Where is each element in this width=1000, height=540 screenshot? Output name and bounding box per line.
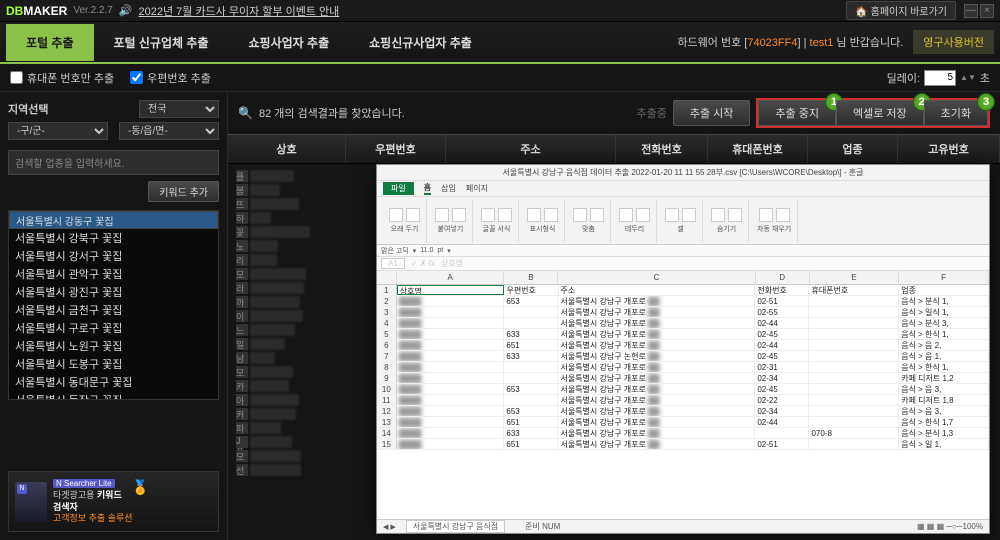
titlebar: DBMAKER Ver.2.2.7 🔊 2022년 7월 카드사 무이자 할부 … (0, 0, 1000, 22)
reset-button[interactable]: 초기화3 (924, 100, 988, 126)
col-category: 업종 (808, 135, 898, 163)
list-item[interactable]: 서울특별시 구로구 꽃집 (9, 319, 218, 337)
sidebar: 지역선택 전국 -구/군- -동/읍/면- 검색할 업종을 입력하세요. 키워드… (0, 92, 228, 540)
filter-bar: 휴대폰 번호만 추출 우편번호 추출 딜레이: ▲▼ 초 (0, 64, 1000, 92)
list-item[interactable]: 서울특별시 관악구 꽃집 (9, 265, 218, 283)
excel-sheet-tab[interactable]: 서울특별시 강남구 음식점 (406, 520, 505, 533)
col-address: 주소 (446, 135, 616, 163)
region-label: 지역선택 (8, 101, 48, 117)
save-excel-button[interactable]: 엑셀로 저장2 (836, 100, 924, 126)
list-item[interactable]: 서울특별시 강동구 꽃집 (9, 211, 218, 229)
promo-icon (15, 482, 47, 522)
toolbar: 🔍 82 개의 검색결과를 찾았습니다. 추출중 추출 시작 추출 중지1 엑셀… (228, 92, 1000, 134)
homepage-button[interactable]: 🏠 홈페이지 바로가기 (846, 1, 956, 20)
list-item[interactable]: 서울특별시 강북구 꽃집 (9, 229, 218, 247)
announce-link[interactable]: 2022년 7월 카드사 무이자 할부 이벤트 안내 (139, 3, 340, 19)
excel-ribbon: 오래 두기붙여넣기글꼴 서식표시형식맞춤테두리셀숨기기자동 채우기 (377, 197, 989, 245)
zipcode-checkbox[interactable] (130, 71, 143, 84)
list-item[interactable]: 서울특별시 동작구 꽃집 (9, 391, 218, 400)
tab-shopping[interactable]: 쇼핑사업자 추출 (229, 24, 350, 61)
list-item[interactable]: 서울특별시 광진구 꽃집 (9, 283, 218, 301)
excel-formula-value[interactable]: 상호명 (441, 258, 463, 269)
excel-cell-ref[interactable]: A1 (381, 258, 405, 269)
excel-tab-insert[interactable]: 삽입 (441, 183, 456, 194)
gu-select[interactable]: -구/군- (8, 122, 108, 140)
table-header: 상호 우편번호 주소 전화번호 휴대폰번호 업종 고유번호 (228, 134, 1000, 164)
delay-unit: 초 (980, 70, 990, 86)
main-nav: 포털 추출 포털 신규업체 추출 쇼핑사업자 추출 쇼핑신규사업자 추출 하드웨… (0, 22, 1000, 64)
extracting-status: 추출중 (637, 105, 667, 121)
phone-only-label: 휴대폰 번호만 추출 (27, 70, 114, 86)
blurred-names: 플봄뜨하꽃노리모라까이느밀남모카아커파J 플모선 (228, 164, 376, 540)
promo-badge: N Searcher Lite (53, 479, 115, 488)
hardware-info: 하드웨어 번호 [74023FF4] | test1 님 반갑습니다. (677, 34, 903, 50)
tab-shopping-new[interactable]: 쇼핑신규사업자 추출 (349, 24, 492, 61)
zipcode-label: 우편번호 추출 (147, 70, 211, 86)
spinner-icon[interactable]: ▲▼ (960, 73, 976, 82)
excel-zoom[interactable]: 100% (963, 522, 983, 531)
excel-formula-bar: A1 ✓ ✗ fx 상호명 (377, 257, 989, 271)
list-item[interactable]: 서울특별시 동대문구 꽃집 (9, 373, 218, 391)
medal-icon: 🏅 (132, 478, 149, 496)
list-item[interactable]: 서울특별시 노원구 꽃집 (9, 337, 218, 355)
close-button[interactable]: × (980, 4, 994, 18)
col-phone: 전화번호 (616, 135, 708, 163)
tab-portal-extract[interactable]: 포털 추출 (6, 24, 94, 61)
speaker-icon: 🔊 (119, 4, 133, 17)
phone-only-checkbox[interactable] (10, 71, 23, 84)
excel-grid[interactable]: ABCDEF 1상호명우편번호주소전화번호휴대폰번호업종2████653서울특별… (377, 271, 989, 519)
keyword-list[interactable]: 서울특별시 강동구 꽃집서울특별시 강북구 꽃집서울특별시 강서구 꽃집서울특별… (8, 210, 219, 400)
excel-status-bar: ◀ ▶ 서울특별시 강남구 음식점 준비 NUM ▦ ▦ ▦ ─○─ 100% (377, 519, 989, 533)
list-item[interactable]: 서울특별시 금천구 꽃집 (9, 301, 218, 319)
excel-title: 서울특별시 강남구 음식점 데이터 추출 2022-01-20 11 11 55… (377, 165, 989, 181)
add-keyword-button[interactable]: 키워드 추가 (148, 181, 219, 202)
delay-label: 딜레이: (887, 70, 920, 86)
delay-input[interactable] (924, 70, 956, 86)
start-button[interactable]: 추출 시작 (673, 100, 751, 126)
col-zipcode: 우편번호 (346, 135, 446, 163)
col-mobile: 휴대폰번호 (708, 135, 808, 163)
highlighted-buttons: 추출 중지1 엑셀로 저장2 초기화3 (756, 98, 990, 128)
search-icon: 🔍 (238, 106, 253, 120)
license-badge: 영구사용버전 (913, 30, 994, 54)
stop-button[interactable]: 추출 중지1 (758, 100, 836, 126)
excel-ribbon-tabs: 파일 홈 삽입 페이지 (377, 181, 989, 197)
category-search-input[interactable]: 검색할 업종을 입력하세요. (8, 150, 219, 175)
excel-tab-file[interactable]: 파일 (383, 182, 414, 195)
col-id: 고유번호 (898, 135, 1000, 163)
excel-quick-bar: 맑은 고딕▾11.0pt▾ (377, 245, 989, 257)
list-item[interactable]: 서울특별시 도봉구 꽃집 (9, 355, 218, 373)
excel-tab-home[interactable]: 홈 (424, 182, 431, 195)
list-item[interactable]: 서울특별시 강서구 꽃집 (9, 247, 218, 265)
excel-window: 서울특별시 강남구 음식점 데이터 추출 2022-01-20 11 11 55… (376, 164, 990, 534)
col-name: 상호 (228, 135, 346, 163)
promo-banner[interactable]: N Searcher Lite🏅 타겟광고용 키워드 검색자 고객정보 추출 솔… (8, 471, 219, 532)
nation-select[interactable]: 전국 (139, 100, 219, 118)
dong-select[interactable]: -동/읍/면- (119, 122, 219, 140)
result-count: 82 개의 검색결과를 찾았습니다. (259, 105, 405, 121)
tab-portal-new[interactable]: 포털 신규업체 추출 (94, 24, 229, 61)
excel-tab-page[interactable]: 페이지 (466, 183, 488, 194)
version-label: Ver.2.2.7 (73, 5, 112, 16)
content-area: 🔍 82 개의 검색결과를 찾았습니다. 추출중 추출 시작 추출 중지1 엑셀… (228, 92, 1000, 540)
app-logo: DBMAKER (6, 4, 67, 18)
badge-3: 3 (977, 93, 995, 111)
minimize-button[interactable]: — (964, 4, 978, 18)
